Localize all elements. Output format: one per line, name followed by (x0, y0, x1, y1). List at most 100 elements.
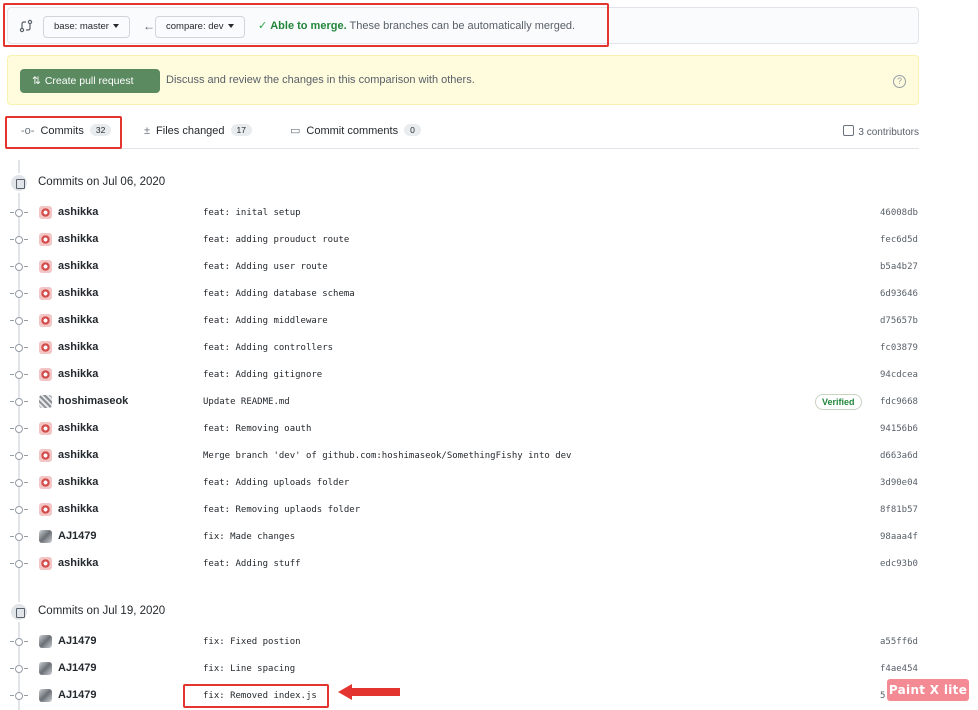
commit-message[interactable]: feat: Adding middleware (203, 316, 328, 326)
commit-sha[interactable]: fdc9668 (880, 397, 918, 407)
tab-files-changed[interactable]: ± Files changed 17 (144, 124, 253, 137)
commit-author[interactable]: ashikka (58, 314, 98, 326)
avatar[interactable] (39, 314, 52, 327)
git-commit-icon (10, 290, 28, 298)
commit-row[interactable]: ashikka feat: Adding database schema 6d936… (0, 281, 978, 307)
tab-commit-comments-label: Commit comments (306, 125, 399, 137)
commit-row[interactable]: ashikka Merge branch 'dev' of github.com:… (0, 443, 978, 469)
pull-request-description: Discuss and review the changes in this c… (166, 74, 475, 86)
commit-message[interactable]: feat: inital setup (203, 208, 301, 218)
avatar[interactable] (39, 476, 52, 489)
commit-message[interactable]: feat: Adding database schema (203, 289, 355, 299)
commit-row[interactable]: AJ1479 fix: Line spacing f4ae454 (0, 656, 978, 682)
commit-author[interactable]: ashikka (58, 557, 98, 569)
file-diff-icon: ± (144, 125, 151, 137)
commit-row[interactable]: ashikka feat: Adding user route b5a4b27 (0, 254, 978, 280)
commit-message[interactable]: fix: Line spacing (203, 664, 295, 674)
commit-author[interactable]: AJ1479 (58, 635, 97, 647)
commit-message[interactable]: Update README.md (203, 397, 290, 407)
commit-sha[interactable]: a55ff6d (880, 637, 918, 647)
commit-row[interactable]: ashikka feat: Adding middleware d75657b (0, 308, 978, 334)
question-icon[interactable]: ? (893, 75, 906, 88)
git-commit-icon (10, 479, 28, 487)
avatar[interactable] (39, 233, 52, 246)
compare-tabs: -o- Commits 32 ± Files changed 17 ▭ Commit co… (7, 117, 919, 149)
commit-sha[interactable]: 94cdcea (880, 370, 918, 380)
commit-author[interactable]: ashikka (58, 449, 98, 461)
commit-row[interactable]: ashikka feat: inital setup 46008db (0, 200, 978, 226)
commit-author[interactable]: hoshimaseok (58, 395, 128, 407)
avatar[interactable] (39, 287, 52, 300)
avatar[interactable] (39, 422, 52, 435)
commit-message[interactable]: Merge branch 'dev' of github.com:hoshima… (203, 451, 571, 461)
commit-row[interactable]: ashikka feat: adding prouduct route fec6d5… (0, 227, 978, 253)
avatar[interactable] (39, 530, 52, 543)
commit-row[interactable]: ashikka feat: Removing uplaods folder 8f81… (0, 497, 978, 523)
commit-sha[interactable]: 8f81b57 (880, 505, 918, 515)
commit-message[interactable]: fix: Fixed postion (203, 637, 301, 647)
commit-row[interactable]: ashikka feat: Adding controllers fc03879 (0, 335, 978, 361)
commit-sha[interactable]: edc93b0 (880, 559, 918, 569)
commit-author[interactable]: ashikka (58, 233, 98, 245)
avatar[interactable] (39, 503, 52, 516)
commit-sha[interactable]: 46008db (880, 208, 918, 218)
commit-message[interactable]: feat: Removing oauth (203, 424, 311, 434)
commit-author[interactable]: ashikka (58, 476, 98, 488)
commit-sha[interactable]: fec6d5d (880, 235, 918, 245)
commit-row[interactable]: ashikka feat: Removing oauth 94156b6 (0, 416, 978, 442)
avatar[interactable] (39, 662, 52, 675)
git-commit-icon (10, 425, 28, 433)
verified-badge[interactable]: Verified (815, 394, 862, 410)
commit-sha[interactable]: d663a6d (880, 451, 918, 461)
commit-message[interactable]: feat: Removing uplaods folder (203, 505, 360, 515)
commit-sha[interactable]: f4ae454 (880, 664, 918, 674)
avatar[interactable] (39, 206, 52, 219)
commit-message[interactable]: fix: Made changes (203, 532, 295, 542)
commit-row[interactable]: ashikka feat: Adding uploads folder 3d90e0… (0, 470, 978, 496)
contributors-label: 3 contributors (858, 127, 919, 138)
contributors-link[interactable]: 3 contributors (843, 125, 919, 138)
commit-author[interactable]: ashikka (58, 503, 98, 515)
avatar[interactable] (39, 395, 52, 408)
commit-message[interactable]: feat: adding prouduct route (203, 235, 349, 245)
commit-sha[interactable]: d75657b (880, 316, 918, 326)
commit-author[interactable]: ashikka (58, 206, 98, 218)
commit-author[interactable]: ashikka (58, 287, 98, 299)
avatar[interactable] (39, 368, 52, 381)
commit-message[interactable]: feat: Adding gitignore (203, 370, 322, 380)
commit-author[interactable]: ashikka (58, 260, 98, 272)
commit-sha[interactable]: fc03879 (880, 343, 918, 353)
tab-commit-comments[interactable]: ▭ Commit comments 0 (290, 124, 421, 137)
commit-row[interactable]: hoshimaseok Update README.md Verified fdc96… (0, 389, 978, 415)
create-pull-request-button[interactable]: ⇅ Create pull request (20, 69, 160, 93)
git-commit-icon (10, 692, 28, 700)
avatar[interactable] (39, 260, 52, 273)
commit-message[interactable]: feat: Adding controllers (203, 343, 333, 353)
commit-author[interactable]: ashikka (58, 422, 98, 434)
commit-author[interactable]: ashikka (58, 368, 98, 380)
commit-message[interactable]: feat: Adding stuff (203, 559, 301, 569)
avatar[interactable] (39, 341, 52, 354)
commit-message[interactable]: feat: Adding uploads folder (203, 478, 349, 488)
commit-sha[interactable]: 98aaa4f (880, 532, 918, 542)
avatar[interactable] (39, 557, 52, 570)
commit-row[interactable]: AJ1479 fix: Made changes 98aaa4f (0, 524, 978, 550)
commit-row[interactable]: ashikka feat: Adding gitignore 94cdcea (0, 362, 978, 388)
avatar[interactable] (39, 635, 52, 648)
commit-sha[interactable]: 3d90e04 (880, 478, 918, 488)
commit-author[interactable]: AJ1479 (58, 662, 97, 674)
commit-row[interactable]: AJ1479 fix: Removed index.js 5 (0, 683, 978, 709)
avatar[interactable] (39, 689, 52, 702)
avatar[interactable] (39, 449, 52, 462)
commit-sha[interactable]: 6d93646 (880, 289, 918, 299)
commit-author[interactable]: AJ1479 (58, 530, 97, 542)
commit-sha[interactable]: b5a4b27 (880, 262, 918, 272)
commit-row[interactable]: AJ1479 fix: Fixed postion a55ff6d (0, 629, 978, 655)
commit-message[interactable]: feat: Adding user route (203, 262, 328, 272)
commit-author[interactable]: ashikka (58, 341, 98, 353)
commit-sha[interactable]: 5 (880, 691, 885, 701)
commit-row[interactable]: ashikka feat: Adding stuff edc93b0 (0, 551, 978, 577)
commit-author[interactable]: AJ1479 (58, 689, 97, 701)
git-commit-icon (10, 560, 28, 568)
commit-sha[interactable]: 94156b6 (880, 424, 918, 434)
